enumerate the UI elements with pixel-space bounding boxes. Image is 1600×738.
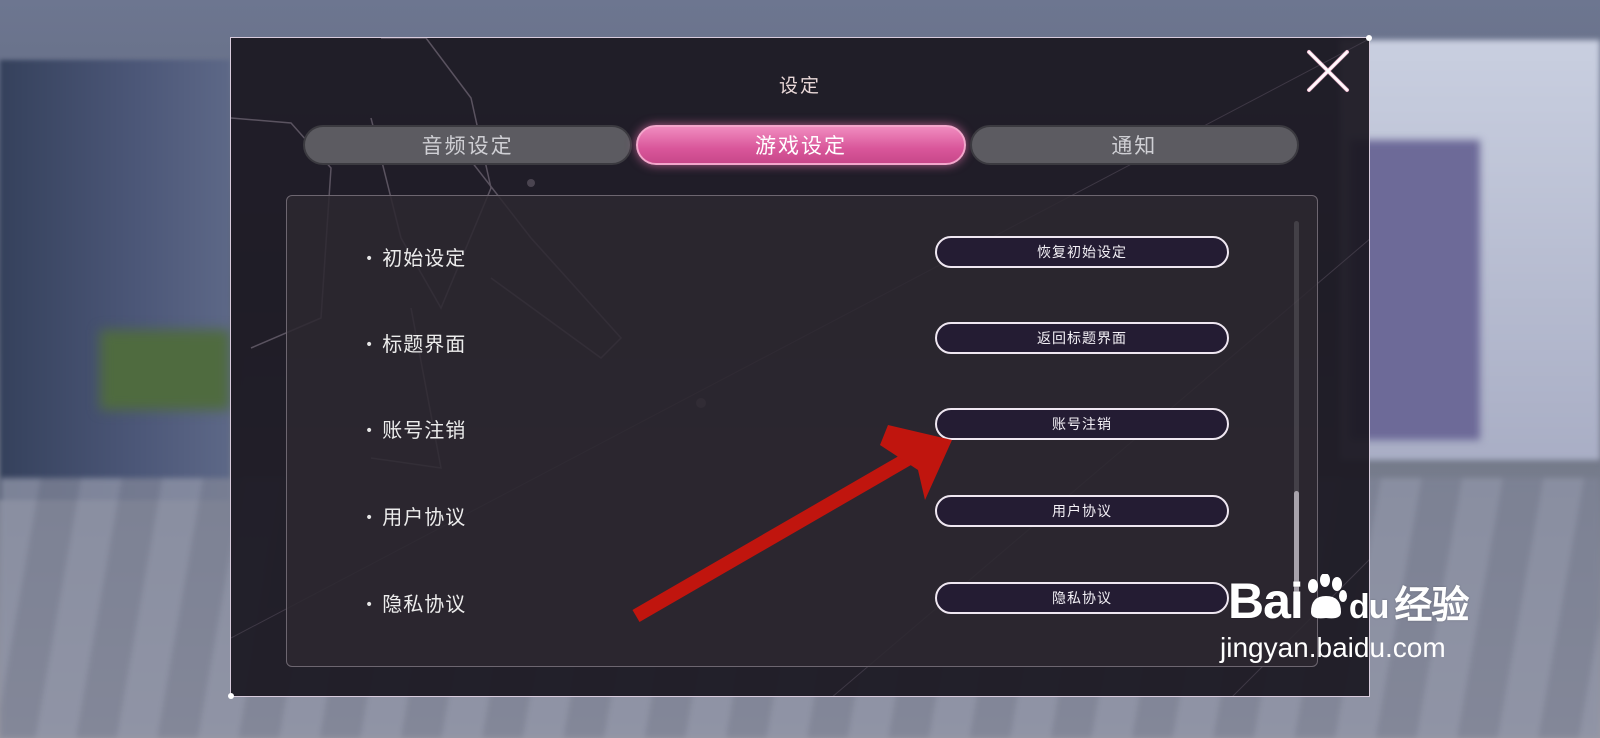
tab-game-settings[interactable]: 游戏设定: [636, 125, 966, 165]
setting-label: 账号注销: [365, 414, 466, 443]
watermark-brand-du: du: [1348, 588, 1390, 626]
setting-label: 隐私协议: [365, 588, 466, 617]
watermark-brand: Bai du 经验: [1228, 570, 1469, 630]
watermark-brand-cn: 经验: [1394, 585, 1469, 627]
restore-defaults-button[interactable]: 恢复初始设定: [935, 236, 1229, 268]
close-button[interactable]: [1305, 48, 1351, 94]
close-icon[interactable]: [1305, 48, 1351, 94]
scrollbar[interactable]: [1294, 221, 1299, 601]
setting-label: 标题界面: [365, 328, 466, 357]
return-title-button[interactable]: 返回标题界面: [935, 322, 1229, 354]
setting-row-privacy-agreement: 隐私协议 隐私协议: [287, 582, 1317, 622]
dialog-title: 设定: [778, 75, 821, 97]
settings-dialog: 设定 音频设定 游戏设定 通知 初始设定 恢复初始设定 标题界面 返回标题界面 …: [228, 35, 1372, 699]
watermark-brand-latin: Bai: [1228, 573, 1304, 629]
account-deletion-button[interactable]: 账号注销: [935, 408, 1229, 440]
setting-label: 初始设定: [365, 242, 466, 271]
setting-row-user-agreement: 用户协议 用户协议: [287, 495, 1317, 535]
baidu-watermark: Bai du 经验 jingyan.baidu.com: [1220, 570, 1469, 664]
privacy-agreement-button[interactable]: 隐私协议: [935, 582, 1229, 614]
settings-tabs: 音频设定 游戏设定 通知: [301, 125, 1301, 165]
setting-row-initial: 初始设定 恢复初始设定: [287, 236, 1317, 276]
corner-marker: [1366, 35, 1372, 41]
tab-notifications[interactable]: 通知: [969, 125, 1299, 165]
corner-marker: [228, 693, 234, 699]
setting-row-account-deletion: 账号注销 账号注销: [287, 408, 1317, 448]
background-bush: [100, 330, 230, 410]
user-agreement-button[interactable]: 用户协议: [935, 495, 1229, 527]
setting-row-title-screen: 标题界面 返回标题界面: [287, 322, 1317, 362]
paw-icon: [1303, 573, 1349, 619]
background-wall: [0, 60, 230, 500]
setting-label: 用户协议: [365, 501, 466, 530]
watermark-url: jingyan.baidu.com: [1220, 632, 1446, 663]
settings-list: 初始设定 恢复初始设定 标题界面 返回标题界面 账号注销 账号注销 用户协议 用…: [286, 195, 1318, 667]
tab-audio-settings[interactable]: 音频设定: [303, 125, 633, 165]
